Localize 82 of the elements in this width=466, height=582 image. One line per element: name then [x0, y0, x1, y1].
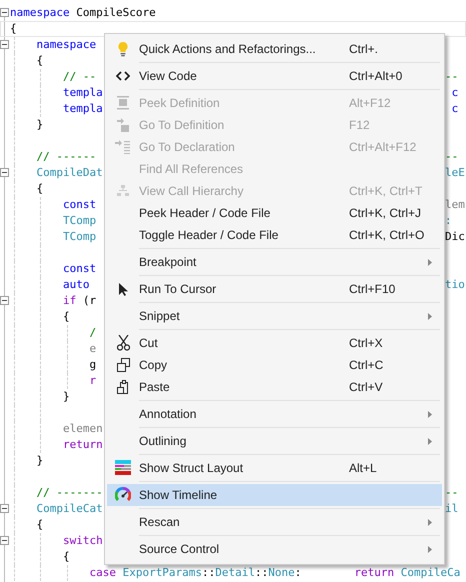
code-text: if (r	[62, 293, 96, 309]
submenu-arrow-icon	[428, 438, 432, 444]
submenu-arrow-icon	[428, 410, 432, 418]
code-text: --	[445, 485, 458, 501]
menu-item[interactable]: Quick Actions and Refactorings... Ctrl+.	[107, 38, 442, 60]
cursor-icon	[118, 282, 128, 296]
code-text: leE	[445, 165, 465, 181]
menu-item[interactable]: Run To Cursor Ctrl+F10	[107, 278, 442, 300]
code-text: const	[62, 261, 96, 277]
code-text: // --	[62, 69, 96, 85]
code-text: }	[36, 453, 44, 469]
code-text: namespace	[36, 37, 96, 53]
code-text: c	[450, 85, 458, 101]
code-text: CompileDat	[36, 165, 103, 181]
code-text: g	[89, 357, 96, 373]
struct-layout-icon	[115, 460, 131, 476]
code-text: Dic	[445, 229, 465, 245]
collapse-icon[interactable]	[0, 168, 9, 177]
code-text: {	[62, 309, 70, 325]
code-text: r	[89, 373, 96, 389]
arrow-icon	[115, 140, 131, 154]
code-text: switch	[62, 533, 103, 549]
document-icon	[116, 96, 130, 110]
scissors-icon	[116, 335, 130, 351]
code-text: elemen	[62, 421, 103, 437]
menu-item[interactable]: Show Struct Layout Alt+L	[107, 457, 442, 479]
copy-icon	[116, 358, 130, 372]
code-text: {	[36, 181, 44, 197]
code-text: il	[445, 501, 458, 517]
submenu-arrow-icon	[428, 518, 432, 526]
code-text: /	[89, 325, 96, 341]
menu-item[interactable]: Paste Ctrl+V	[107, 376, 442, 398]
code-text: TComp	[62, 213, 96, 229]
code-text: return	[62, 437, 103, 453]
menu-item[interactable]: Peek Header / Code File Ctrl+K, Ctrl+J	[107, 202, 442, 224]
collapse-icon[interactable]	[0, 536, 9, 545]
code-text: e	[89, 341, 96, 357]
code-text: {	[36, 53, 44, 69]
menu-item[interactable]: Rescan	[107, 511, 442, 533]
code-text: }	[36, 117, 44, 133]
code-text: const	[62, 197, 96, 213]
lightbulb-icon	[117, 41, 129, 57]
code-text: }	[62, 389, 70, 405]
collapse-icon[interactable]	[0, 40, 9, 49]
menu-item[interactable]: Snippet	[107, 305, 442, 327]
code-icon	[116, 71, 130, 81]
code-text: namespace CompileScore	[10, 5, 156, 21]
collapse-icon[interactable]	[0, 504, 9, 513]
menu-item[interactable]: View Code Ctrl+Alt+0	[107, 65, 442, 87]
submenu-arrow-icon	[428, 546, 432, 552]
menu-item[interactable]: Outlining	[107, 430, 442, 452]
menu-item[interactable]: Toggle Header / Code File Ctrl+K, Ctrl+O	[107, 224, 442, 246]
code-text: case ExportParams::Detail::None: return CompileCa	[89, 565, 460, 581]
code-text: {	[36, 517, 44, 533]
code-text: c	[450, 101, 458, 117]
hierarchy-icon	[117, 185, 129, 197]
code-text: --	[445, 69, 458, 85]
collapse-icon[interactable]	[0, 8, 9, 17]
code-text: --	[445, 149, 458, 165]
code-text: {	[10, 21, 17, 37]
submenu-arrow-icon	[428, 258, 432, 266]
code-text: auto	[62, 277, 90, 293]
arrow-icon	[116, 118, 130, 132]
paste-icon	[116, 380, 130, 394]
code-text: // ------	[36, 149, 96, 165]
menu-item[interactable]: Breakpoint	[107, 251, 442, 273]
gauge-icon	[115, 487, 131, 503]
submenu-arrow-icon	[428, 312, 432, 320]
code-text: TComp	[62, 229, 96, 245]
menu-item[interactable]: Cut Ctrl+X	[107, 332, 442, 354]
menu-item[interactable]: Annotation	[107, 403, 442, 425]
code-text: // -------	[36, 485, 103, 501]
menu-item[interactable]: Show Timeline	[107, 484, 442, 506]
collapse-icon[interactable]	[0, 296, 9, 305]
code-text: CompileCat	[36, 501, 103, 517]
code-text: tio	[445, 277, 465, 293]
code-text: {	[62, 549, 70, 565]
code-text: templa	[62, 101, 103, 117]
menu-item[interactable]: Copy Ctrl+C	[107, 354, 442, 376]
code-text: :	[445, 213, 452, 229]
code-text: templa	[62, 85, 103, 101]
menu-item[interactable]: Source Control	[107, 538, 442, 560]
